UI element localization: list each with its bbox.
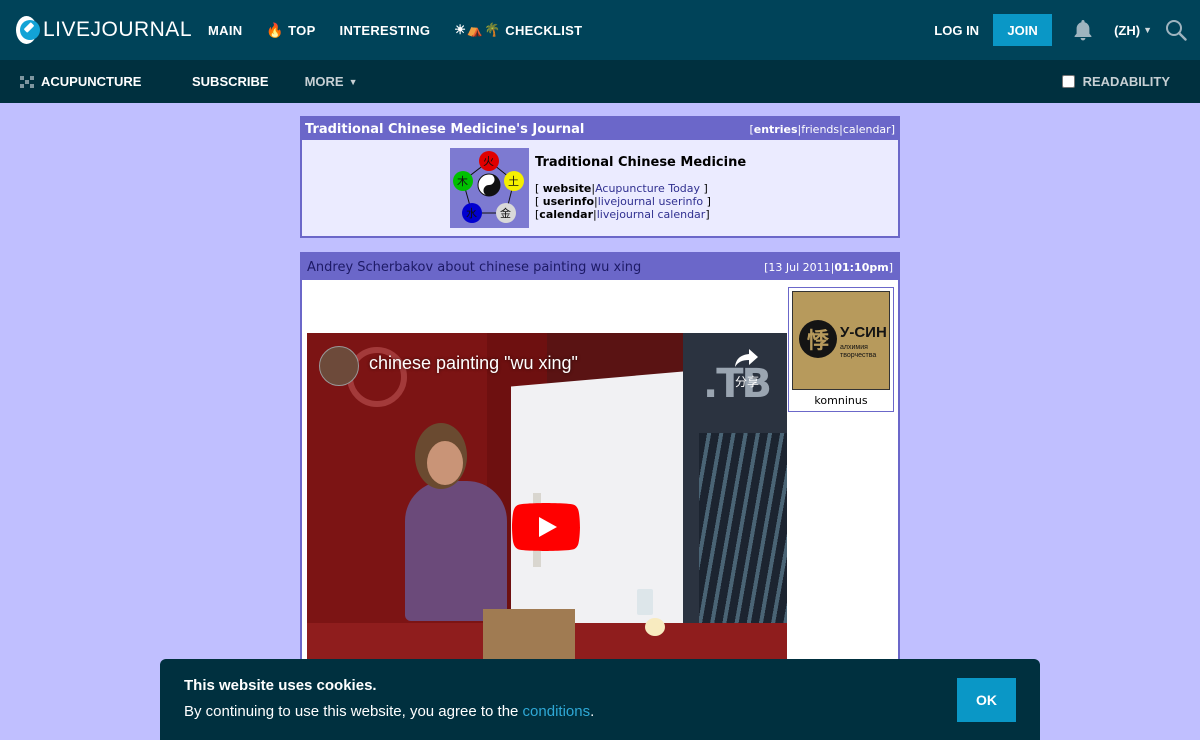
readability-label: READABILITY [1082, 74, 1170, 89]
bracket: ] [888, 260, 893, 274]
nav-checklist-label: CHECKLIST [505, 22, 583, 38]
userinfo-label: userinfo [542, 195, 595, 208]
channel-avatar[interactable] [319, 346, 359, 386]
journal-userpic[interactable]: 火 土 金 水 木 [450, 148, 529, 228]
calendar-link-row[interactable]: livejournal calendar [597, 208, 706, 221]
entries-link[interactable]: entries [754, 123, 798, 136]
share-button[interactable]: 分享 [727, 347, 767, 390]
bracket: ] [700, 182, 708, 195]
share-label: 分享 [734, 375, 759, 389]
bell-icon[interactable] [1072, 19, 1094, 41]
entry-header: Andrey Scherbakov about chinese painting… [302, 254, 898, 280]
community-icon [20, 75, 34, 88]
nav-top-label: TOP [288, 22, 316, 38]
video-scene-blinds [699, 433, 787, 643]
entry-date: [13 Jul 2011|01:10pm] [764, 261, 893, 274]
userpic-subtitle-1: алхимия [840, 344, 868, 351]
chevron-down-icon: ▼ [1143, 25, 1152, 35]
livejournal-logo[interactable]: LIVEJOURNAL [16, 16, 192, 44]
chevron-down-icon: ▼ [348, 76, 358, 87]
share-arrow-icon [735, 349, 758, 367]
main-nav: MAIN 🔥 TOP INTERESTING ☀⛺🌴 CHECKLIST [208, 22, 606, 39]
nav-checklist[interactable]: ☀⛺🌴 CHECKLIST [454, 22, 582, 38]
youtube-video-embed[interactable]: .ТВ chinese painting "wu xing" 分享 [307, 333, 787, 663]
journal-info: Traditional Chinese Medicine [ website|A… [535, 148, 746, 228]
calendar-row: [calendar|livejournal calendar] [535, 208, 746, 221]
video-scene-face [427, 441, 463, 485]
youtube-play-icon [512, 503, 580, 551]
cookie-text-after: . [590, 703, 595, 720]
video-scene-paint-box [483, 609, 575, 659]
journal-links: [entries|friends|calendar] [749, 123, 895, 136]
readability-toggle: READABILITY [1061, 74, 1170, 89]
journal-sub-bar: ACUPUNCTURE SUBSCRIBE MORE ▼ READABILITY [0, 60, 1200, 103]
bracket: [ [535, 195, 543, 208]
cookie-text-before: By continuing to use this website, you a… [184, 703, 523, 720]
element-wood-label: 木 [457, 175, 468, 188]
journal-header-bar: Traditional Chinese Medicine's Journal [… [302, 118, 898, 140]
entry-date-value: 13 Jul 2011 [768, 260, 831, 274]
video-scene-glass [637, 589, 653, 615]
userpic-title: У-СИН [840, 324, 887, 341]
login-link[interactable]: LOG IN [934, 23, 979, 38]
nav-interesting[interactable]: INTERESTING [340, 23, 431, 38]
website-row: [ website|Acupuncture Today ] [535, 182, 746, 195]
entry-time: 01:10pm [834, 260, 889, 274]
journal-header-box: Traditional Chinese Medicine's Journal [… [300, 116, 900, 238]
entry-subject[interactable]: Andrey Scherbakov about chinese painting… [307, 260, 641, 275]
video-scene-candle [645, 618, 665, 636]
cookie-title: This website uses cookies. [184, 677, 377, 694]
userpic-glyph: 悸 [799, 320, 837, 358]
more-menu[interactable]: MORE ▼ [305, 74, 358, 89]
poster-userpic-box: 悸 У-СИН алхимия творчества komninus [788, 287, 894, 412]
logo-text: LIVEJOURNAL [42, 18, 192, 41]
language-label: (ZH) [1114, 22, 1141, 38]
cookie-ok-button[interactable]: OK [957, 678, 1016, 722]
top-right-controls: LOG IN JOIN (ZH) ▼ [934, 14, 1200, 46]
journal-header-body: 火 土 金 水 木 Traditional Chinese Medicine [… [302, 140, 898, 228]
bracket: ] [890, 122, 895, 136]
userinfo-link[interactable]: livejournal userinfo [598, 195, 703, 208]
calendar-link[interactable]: calendar [843, 123, 891, 136]
journal-name-link[interactable]: ACUPUNCTURE [19, 74, 192, 90]
subscribe-button[interactable]: SUBSCRIBE [192, 74, 269, 89]
video-title[interactable]: chinese painting "wu xing" [369, 353, 578, 374]
readability-checkbox[interactable] [1061, 75, 1075, 88]
fire-icon: 🔥 [266, 21, 285, 38]
journal-title: Traditional Chinese Medicine's Journal [305, 121, 585, 137]
play-button[interactable] [512, 503, 580, 551]
top-navigation-bar: LIVEJOURNAL MAIN 🔥 TOP INTERESTING ☀⛺🌴 C… [0, 0, 1200, 60]
video-scene-person [405, 481, 507, 621]
website-link[interactable]: Acupuncture Today [595, 182, 700, 195]
element-fire-label: 火 [483, 155, 494, 168]
sun-tent-palm-icon: ☀⛺🌴 [454, 22, 502, 37]
cookie-message: By continuing to use this website, you a… [184, 703, 594, 720]
calendar-label: calendar [539, 208, 594, 221]
element-water-label: 水 [466, 207, 477, 220]
nav-top[interactable]: 🔥 TOP [266, 22, 315, 39]
cookie-banner: This website uses cookies. By continuing… [160, 659, 1040, 740]
livejournal-logo-icon [16, 16, 40, 44]
poster-userpic[interactable]: 悸 У-СИН алхимия творчества [792, 291, 890, 390]
bracket: ] [705, 208, 710, 221]
website-label: website [542, 182, 592, 195]
userpic-subtitle-2: творчества [840, 352, 877, 359]
join-button[interactable]: JOIN [993, 14, 1053, 46]
conditions-link[interactable]: conditions [523, 703, 591, 720]
journal-name: ACUPUNCTURE [41, 74, 142, 89]
friends-link[interactable]: friends [801, 123, 839, 136]
element-earth-label: 土 [508, 175, 519, 188]
bracket: [ [535, 182, 543, 195]
language-selector[interactable]: (ZH) ▼ [1114, 23, 1152, 38]
search-icon[interactable] [1164, 18, 1188, 42]
bracket: ] [703, 195, 711, 208]
element-metal-label: 金 [500, 207, 511, 220]
more-label: MORE [304, 74, 344, 89]
userinfo-row: [ userinfo|livejournal userinfo ] [535, 195, 746, 208]
poster-username[interactable]: komninus [789, 394, 893, 407]
nav-main[interactable]: MAIN [208, 23, 242, 38]
journal-display-name: Traditional Chinese Medicine [535, 155, 747, 170]
